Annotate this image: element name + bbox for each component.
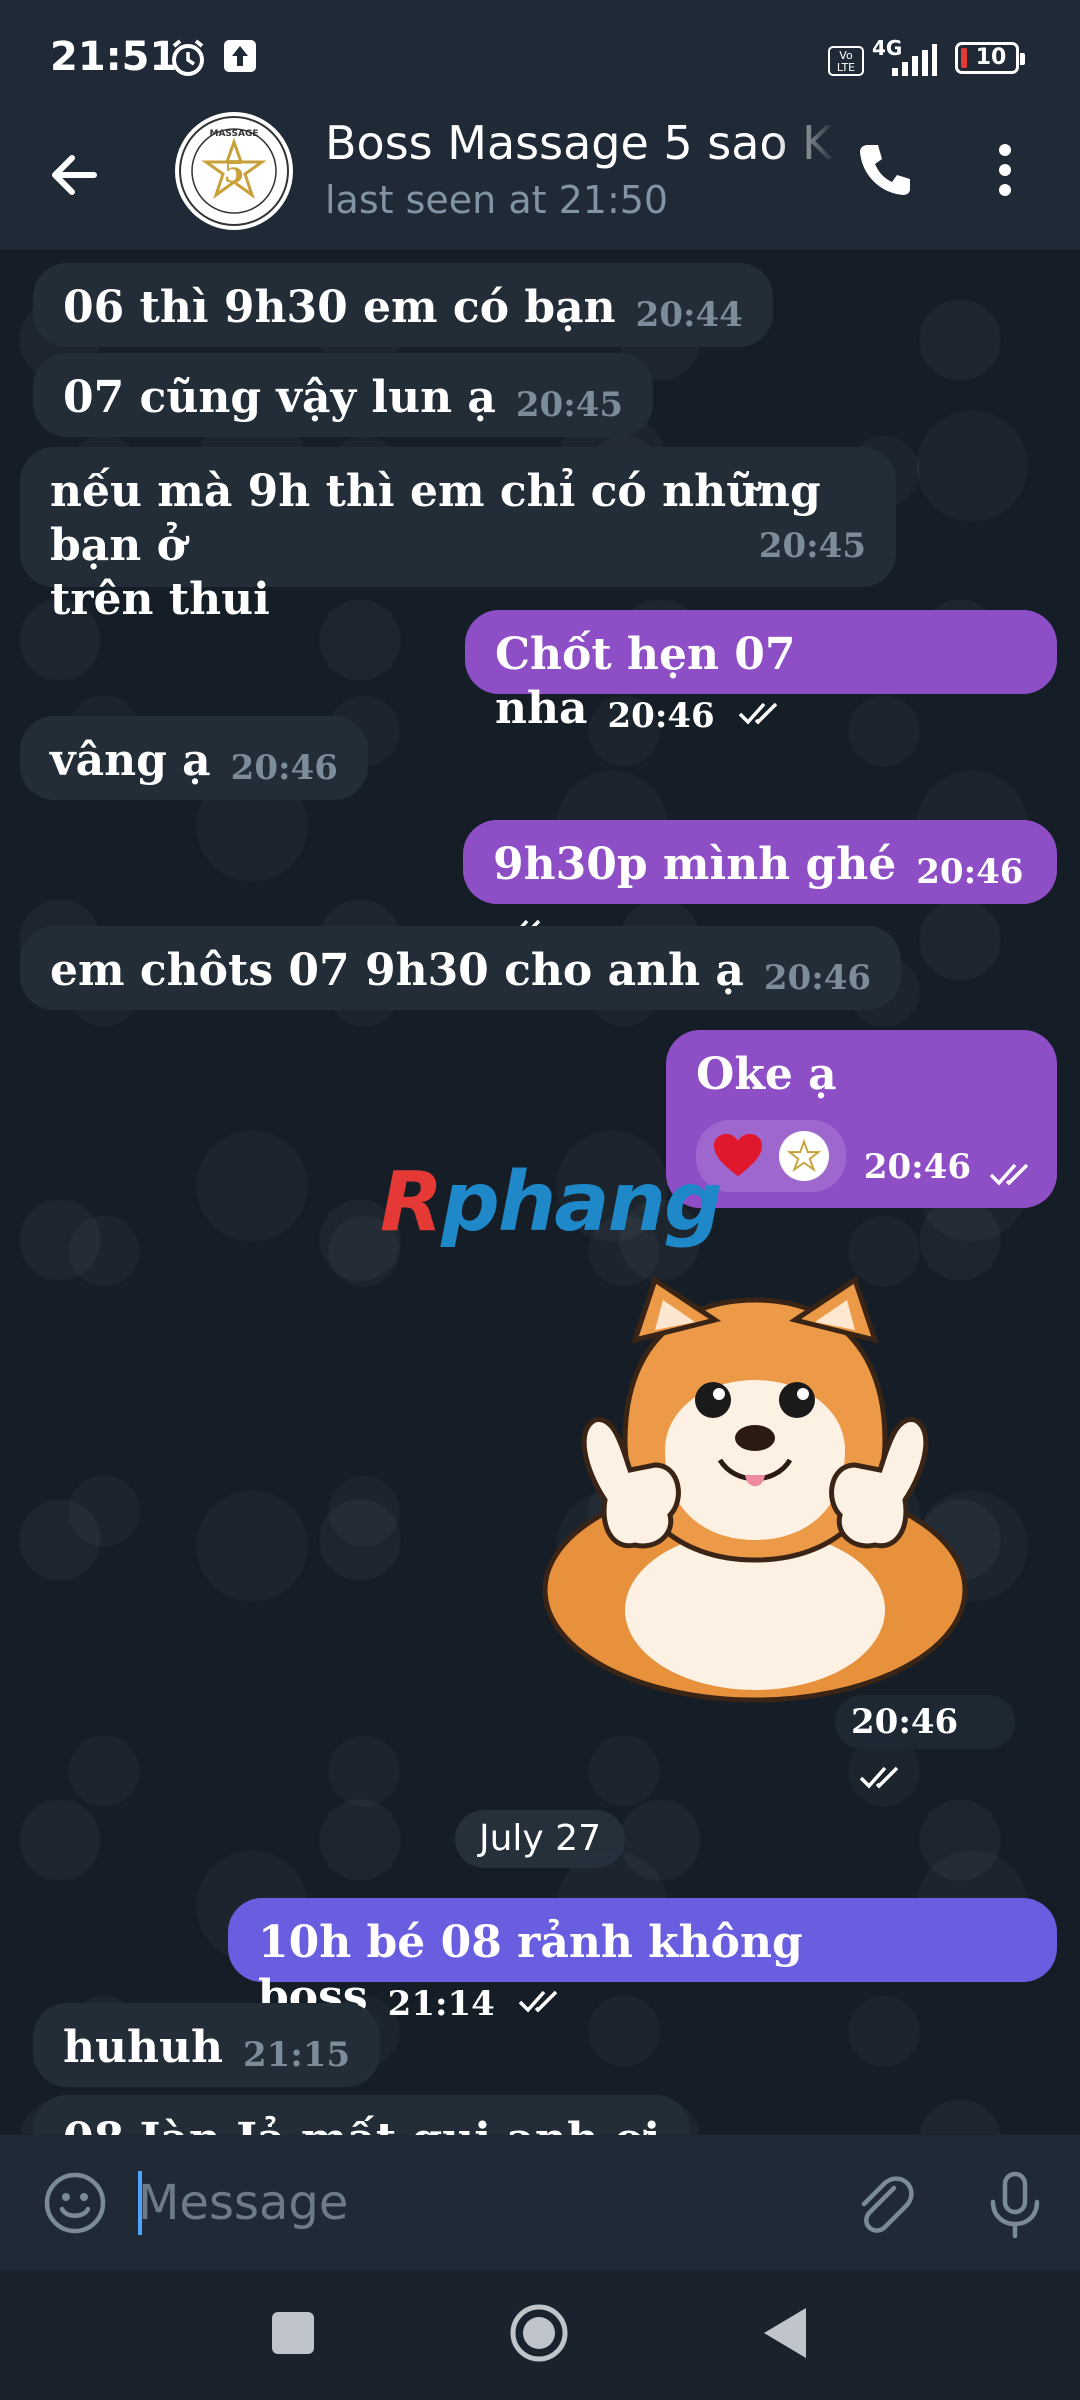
signal-icon: [892, 44, 937, 76]
message-text: 06 thì 9h30 em có bạn: [63, 282, 616, 333]
watermark: Rphang: [380, 1155, 723, 1250]
double-check-icon: [518, 1990, 558, 2013]
message-text: huhuh: [63, 2022, 223, 2073]
double-check-icon: [989, 1163, 1029, 1186]
message-time: 20:45: [515, 385, 624, 425]
message-incoming[interactable]: 07 cũng vậy lun ạ 20:45: [33, 353, 654, 437]
message-incoming[interactable]: huhuh 21:15: [33, 2003, 381, 2087]
message-time: 21:14: [387, 1984, 495, 2024]
message-text: 08 Jàn Jả mất gui anh ơi: [63, 2114, 660, 2135]
last-seen-status: last seen at 21:50: [325, 178, 669, 222]
volte-badge: Vo LTE: [828, 46, 864, 76]
back-arrow-icon[interactable]: [40, 140, 110, 210]
message-time: 20:44: [635, 295, 743, 335]
text-cursor: [138, 2171, 142, 2235]
message-outgoing[interactable]: 10h bé 08 rảnh không boss 21:14: [228, 1898, 1057, 2024]
back-triangle-icon[interactable]: [762, 2306, 808, 2360]
message-clip: 08 Jàn Jả mất gui anh ơi: [0, 2095, 1080, 2135]
double-check-icon: [859, 1766, 899, 1789]
message-text-line: nếu mà 9h thì em chỉ có những bạn ở: [50, 466, 821, 571]
battery-indicator: 10: [955, 42, 1025, 74]
message-time: 20:45: [758, 526, 866, 566]
shiba-thumbs-up-sticker[interactable]: [505, 1270, 1005, 1710]
message-incoming[interactable]: 06 thì 9h30 em có bạn 20:44: [33, 263, 773, 347]
message-composer: [0, 2135, 1080, 2270]
message-text: vâng ạ: [50, 735, 211, 786]
emoji-icon[interactable]: [42, 2170, 108, 2236]
recents-square-icon[interactable]: [270, 2310, 316, 2356]
message-time: 21:15: [242, 2035, 351, 2075]
avatar[interactable]: 5 MASSAGE: [175, 112, 293, 230]
message-incoming[interactable]: nếu mà 9h thì em chỉ có những bạn ở trên…: [20, 447, 896, 625]
message-incoming[interactable]: vâng ạ 20:46: [20, 716, 368, 800]
home-circle-icon[interactable]: [508, 2302, 570, 2364]
system-nav-bar: [0, 2270, 1080, 2400]
watermark-text: phang: [441, 1155, 722, 1250]
upload-icon: [224, 40, 256, 72]
message-text: em chôts 07 9h30 cho anh ạ: [50, 945, 744, 996]
date-separator: July 27: [455, 1810, 625, 1868]
massage-logo: 5 MASSAGE: [179, 116, 289, 226]
message-outgoing[interactable]: Chốt hẹn 07 nha 20:46: [465, 610, 1057, 736]
reactor-avatar: [778, 1130, 830, 1182]
watermark-letter: R: [380, 1155, 443, 1250]
message-text: 07 cũng vậy lun ạ: [63, 372, 496, 423]
chat-title[interactable]: Boss Massage 5 sao K: [325, 116, 835, 176]
message-time: 20:46: [607, 696, 715, 736]
double-check-icon: [738, 702, 778, 725]
svg-text:5: 5: [224, 155, 245, 190]
message-incoming[interactable]: em chôts 07 9h30 cho anh ạ 20:46: [20, 926, 902, 1010]
message-time: 20:46: [916, 852, 1024, 892]
svg-text:MASSAGE: MASSAGE: [210, 129, 259, 139]
more-vertical-icon[interactable]: [985, 140, 1025, 200]
message-time: 20:46: [230, 748, 338, 788]
microphone-icon[interactable]: [985, 2170, 1045, 2240]
status-time: 21:51: [50, 34, 178, 80]
message-outgoing[interactable]: 9h30p mình ghé 20:46: [463, 820, 1057, 942]
alarm-icon: [172, 39, 204, 76]
sticker-time-badge: 20:46: [835, 1695, 1015, 1789]
message-incoming[interactable]: 08 Jàn Jả mất gui anh ơi: [33, 2095, 691, 2135]
message-time: 20:46: [763, 958, 872, 998]
battery-level: 10: [975, 45, 1007, 70]
phone-icon[interactable]: [850, 135, 920, 205]
message-input[interactable]: [138, 2165, 818, 2241]
message-text: 9h30p mình ghé: [493, 839, 897, 890]
status-bar: 21:51 Vo LTE 4G 10: [0, 0, 1080, 120]
message-outgoing[interactable]: Oke ạ 20:46: [666, 1030, 1057, 1208]
message-time: 20:46: [851, 1702, 959, 1742]
paperclip-icon[interactable]: [850, 2170, 916, 2236]
message-text: Oke ạ: [696, 1049, 837, 1100]
message-time: 20:46: [863, 1147, 971, 1187]
